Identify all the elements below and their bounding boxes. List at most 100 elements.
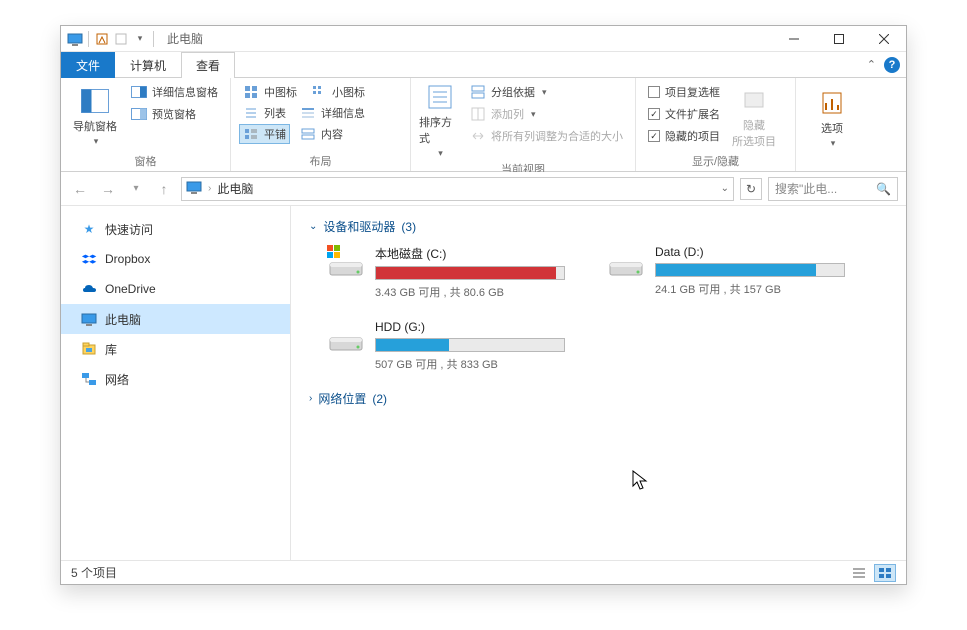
sidebar-item-network[interactable]: 网络 <box>61 364 290 394</box>
tab-file[interactable]: 文件 <box>61 52 115 78</box>
titlebar: ▾ 此电脑 <box>61 26 906 52</box>
details-pane-button[interactable]: 详细信息窗格 <box>127 82 222 102</box>
chevron-right-icon: › <box>309 393 312 404</box>
chevron-down-icon: ⌄ <box>309 221 317 232</box>
hide-selected-button: 隐藏 所选项目 <box>730 82 778 151</box>
navigation-row: ← → ▾ ↑ › 此电脑 ⌄ ↻ 搜索"此电... 🔍 <box>61 172 906 206</box>
drive-item[interactable]: HDD (G:) 507 GB 可用 , 共 833 GB <box>327 320 567 372</box>
group-devices-header[interactable]: ⌄ 设备和驱动器 (3) <box>309 218 888 235</box>
sort-icon <box>425 82 455 112</box>
content-icon <box>300 126 316 142</box>
search-icon: 🔍 <box>876 182 891 196</box>
navigation-pane-button[interactable]: 导航窗格 ▾ <box>69 82 121 151</box>
size-columns-icon <box>470 128 486 144</box>
network-icon <box>81 371 97 387</box>
drive-subtext: 24.1 GB 可用 , 共 157 GB <box>655 281 847 297</box>
group-by-icon <box>470 84 486 100</box>
back-button[interactable]: ← <box>69 178 91 200</box>
ribbon: 导航窗格 ▾ 详细信息窗格 预览窗格 窗格 <box>61 78 906 172</box>
qat-blank-icon[interactable] <box>113 31 129 47</box>
ribbon-tabs: 文件 计算机 查看 ⌃ ? <box>61 52 906 78</box>
up-button[interactable]: ↑ <box>153 178 175 200</box>
file-extensions-toggle[interactable]: ✓文件扩展名 <box>644 104 724 124</box>
ribbon-collapse-icon[interactable]: ⌃ <box>867 58 876 71</box>
qat-properties-icon[interactable] <box>94 31 110 47</box>
sidebar-item-this-pc[interactable]: 此电脑 <box>61 304 290 334</box>
layout-medium-icons[interactable]: 中图标 <box>239 82 301 102</box>
add-columns-icon <box>470 106 486 122</box>
options-icon <box>817 88 847 118</box>
details-view-toggle[interactable] <box>848 564 870 582</box>
preview-pane-button[interactable]: 预览窗格 <box>127 104 222 124</box>
status-item-count: 5 个项目 <box>71 564 117 581</box>
qat-dropdown-icon[interactable]: ▾ <box>132 31 148 47</box>
drive-subtext: 507 GB 可用 , 共 833 GB <box>375 356 567 372</box>
group-label-layout: 布局 <box>239 151 402 169</box>
drive-usage-bar <box>655 263 845 277</box>
main-pane: ⌄ 设备和驱动器 (3) 本地磁盘 (C:) 3.43 GB 可用 , 共 80.… <box>291 206 906 560</box>
details-pane-icon <box>131 84 147 100</box>
search-input[interactable]: 搜索"此电... 🔍 <box>768 177 898 201</box>
sidebar-item-quick-access[interactable]: ★ 快速访问 <box>61 214 290 244</box>
status-bar: 5 个项目 <box>61 560 906 584</box>
drive-usage-bar <box>375 338 565 352</box>
address-bar[interactable]: › 此电脑 ⌄ <box>181 177 734 201</box>
group-label-show-hide: 显示/隐藏 <box>644 151 787 169</box>
minimize-button[interactable] <box>771 26 816 52</box>
layout-tiles[interactable]: 平铺 <box>239 124 290 144</box>
maximize-button[interactable] <box>816 26 861 52</box>
drive-subtext: 3.43 GB 可用 , 共 80.6 GB <box>375 284 567 300</box>
hide-icon <box>739 85 769 115</box>
sidebar-item-dropbox[interactable]: Dropbox <box>61 244 290 274</box>
tab-view[interactable]: 查看 <box>181 52 235 78</box>
forward-button[interactable]: → <box>97 178 119 200</box>
list-icon <box>243 105 259 121</box>
breadcrumb[interactable]: 此电脑 <box>217 180 253 197</box>
drive-name: HDD (G:) <box>375 320 567 334</box>
drive-item[interactable]: 本地磁盘 (C:) 3.43 GB 可用 , 共 80.6 GB <box>327 245 567 300</box>
group-label-panes: 窗格 <box>69 151 222 169</box>
checkbox-icon <box>648 86 660 98</box>
checkbox-checked-icon: ✓ <box>648 130 660 142</box>
hidden-items-toggle[interactable]: ✓隐藏的项目 <box>644 126 724 146</box>
sidebar-item-libraries[interactable]: 库 <box>61 334 290 364</box>
item-checkboxes-toggle[interactable]: 项目复选框 <box>644 82 724 102</box>
add-columns-button: 添加列▾ <box>466 104 627 124</box>
sort-by-button[interactable]: 排序方式 ▾ <box>419 82 460 159</box>
drive-item[interactable]: Data (D:) 24.1 GB 可用 , 共 157 GB <box>607 245 847 300</box>
refresh-button[interactable]: ↻ <box>740 178 762 200</box>
size-all-columns-button: 将所有列调整为合适的大小 <box>466 126 627 146</box>
navigation-pane-icon <box>80 86 110 116</box>
layout-list[interactable]: 列表 <box>239 103 290 123</box>
drive-icon <box>607 245 645 279</box>
navigation-sidebar: ★ 快速访问 Dropbox OneDrive 此电脑 库 网络 <box>61 206 291 560</box>
sidebar-item-onedrive[interactable]: OneDrive <box>61 274 290 304</box>
close-button[interactable] <box>861 26 906 52</box>
onedrive-icon <box>81 281 97 297</box>
options-button[interactable]: 选项 ▾ <box>804 82 860 155</box>
preview-pane-icon <box>131 106 147 122</box>
app-icon <box>67 31 83 47</box>
drive-icon <box>327 320 365 354</box>
window-title: 此电脑 <box>167 30 203 47</box>
group-by-button[interactable]: 分组依据▾ <box>466 82 627 102</box>
drive-name: 本地磁盘 (C:) <box>375 245 567 262</box>
computer-icon <box>186 179 202 198</box>
group-network-header[interactable]: › 网络位置 (2) <box>309 390 888 407</box>
address-dropdown-icon[interactable]: ⌄ <box>721 183 729 194</box>
recent-locations-button[interactable]: ▾ <box>125 178 147 200</box>
drive-usage-bar <box>375 266 565 280</box>
layout-small-icons[interactable]: 小图标 <box>307 82 369 102</box>
tiles-view-toggle[interactable] <box>874 564 896 582</box>
tiles-icon <box>243 126 259 142</box>
small-icons-icon <box>311 84 327 100</box>
details-icon <box>300 105 316 121</box>
computer-icon <box>81 311 97 327</box>
tab-computer[interactable]: 计算机 <box>115 52 181 78</box>
medium-icons-icon <box>243 84 259 100</box>
drive-name: Data (D:) <box>655 245 847 259</box>
libraries-icon <box>81 341 97 357</box>
layout-details[interactable]: 详细信息 <box>296 103 369 123</box>
layout-content[interactable]: 内容 <box>296 124 347 144</box>
help-icon[interactable]: ? <box>884 57 900 73</box>
